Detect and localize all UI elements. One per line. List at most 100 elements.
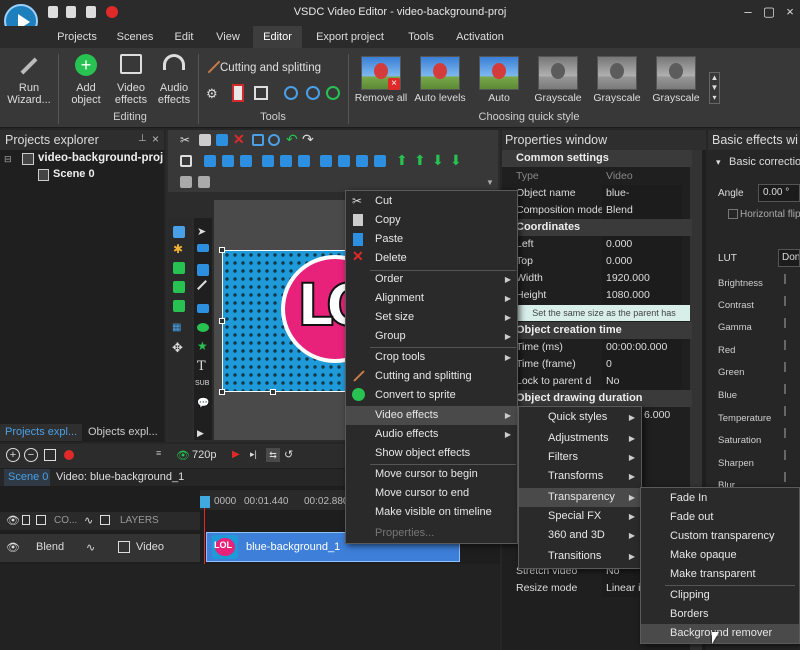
menu-item-cutting-splitting[interactable]: Cutting and splitting <box>346 367 517 386</box>
quickstyle-scroll[interactable]: ▲ ▼ ▾ <box>709 72 720 104</box>
quickstyle-auto-levels-thumb[interactable] <box>420 56 460 90</box>
wrench-icon[interactable]: ⚙ <box>206 86 222 101</box>
more-tools-icon[interactable]: ▶ <box>197 428 204 439</box>
align-center-icon[interactable] <box>222 155 234 167</box>
menu-item-cut[interactable]: Cut <box>346 192 517 211</box>
menu-edit[interactable]: Edit <box>166 26 202 48</box>
bring-front-icon[interactable]: ⬆ <box>396 152 408 169</box>
speech-icon[interactable]: 💬 <box>197 398 209 409</box>
run-wizard-button[interactable]: Run Wizard... <box>6 52 52 108</box>
polygon-icon[interactable]: ★ <box>197 339 208 353</box>
same-size-icon[interactable] <box>356 155 368 167</box>
menu-item-360-3d[interactable]: 360 and 3D ▶ <box>519 526 641 545</box>
menu-item-transforms[interactable]: Transforms ▶ <box>519 467 641 486</box>
slider-track[interactable] <box>784 274 786 484</box>
undo-icon[interactable]: ↶ <box>286 131 298 148</box>
height-field[interactable]: 1080.000 <box>602 287 682 304</box>
resize-handle[interactable] <box>270 389 276 395</box>
add-object-button[interactable]: + Add object <box>64 52 108 108</box>
scene-item[interactable]: Scene 0 <box>53 168 95 180</box>
redo-icon[interactable]: ↷ <box>302 131 314 148</box>
collapse-icon[interactable]: ▾ <box>716 157 721 168</box>
menu-item-custom-transparency[interactable]: Custom transparency <box>641 527 799 546</box>
chart-icon[interactable] <box>173 226 185 238</box>
menu-item-convert-sprite[interactable]: Convert to sprite <box>346 386 517 405</box>
crop-icon[interactable] <box>254 86 268 100</box>
section-common-settings[interactable]: Common settings <box>502 150 692 167</box>
menu-item-transparency[interactable]: Transparency ▶ <box>519 488 641 507</box>
menu-editor[interactable]: Editor <box>253 26 302 48</box>
cutting-splitting-button[interactable]: Cutting and splitting <box>220 62 321 74</box>
audio-icon[interactable] <box>173 281 185 293</box>
menu-item-video-effects[interactable]: Video effects ▶ <box>346 406 517 425</box>
menu-item-quick-styles[interactable]: Quick styles ▶ <box>519 408 641 427</box>
stabilize-icon[interactable] <box>326 86 340 100</box>
width-field[interactable]: 1920.000 <box>602 270 682 287</box>
distribute-icon[interactable] <box>338 155 350 167</box>
preview-eye-icon[interactable]: 👁 <box>176 449 190 462</box>
menu-view[interactable]: View <box>208 26 248 48</box>
select-icon[interactable] <box>252 134 264 146</box>
time-frame-field[interactable]: 0 <box>602 356 682 373</box>
menu-item-order[interactable]: Order ▶ <box>346 270 517 289</box>
tree-collapse-icon[interactable]: ⊟ <box>4 154 12 165</box>
same-size-button[interactable]: Set the same size as the parent has <box>518 305 690 321</box>
menu-activation[interactable]: Activation <box>450 26 510 48</box>
section-coordinates[interactable]: Coordinates <box>502 219 692 236</box>
align-bottom-icon[interactable] <box>298 155 310 167</box>
visibility-icon[interactable]: 👁 <box>6 514 20 527</box>
menu-item-fade-in[interactable]: Fade In <box>641 489 799 508</box>
section-creation-time[interactable]: Object creation time <box>502 322 692 339</box>
step-icon[interactable]: ▸| <box>250 449 257 460</box>
paste-icon[interactable] <box>216 134 228 146</box>
bring-forward-icon[interactable]: ⬆ <box>414 152 426 169</box>
close-button[interactable]: × <box>783 3 797 21</box>
resolution-select[interactable]: 720p <box>192 449 216 461</box>
text-icon[interactable]: T <box>197 359 206 374</box>
video-preview[interactable]: LOL <box>222 250 352 392</box>
tab-projects-explorer[interactable]: Projects expl... <box>0 424 82 441</box>
menu-item-adjustments[interactable]: Adjustments ▶ <box>519 429 641 448</box>
send-backward-icon[interactable]: ⬇ <box>432 152 444 169</box>
group-icon[interactable] <box>180 176 192 188</box>
menu-item-special-fx[interactable]: Special FX ▶ <box>519 507 641 526</box>
menu-item-delete[interactable]: Delete <box>346 249 517 268</box>
align-left-icon[interactable] <box>204 155 216 167</box>
project-name[interactable]: video-background-proj <box>38 152 163 164</box>
same-size-icon[interactable] <box>374 155 386 167</box>
tab-scene[interactable]: Scene 0 <box>4 469 50 486</box>
menu-item-make-visible[interactable]: Make visible on timeline <box>346 503 517 522</box>
callout-icon[interactable] <box>197 264 209 276</box>
menu-item-transitions[interactable]: Transitions ▶ <box>519 547 641 566</box>
lock-icon[interactable] <box>22 515 30 525</box>
video-effects-button[interactable]: Video effects <box>110 52 152 108</box>
horizontal-flip-checkbox[interactable] <box>728 209 738 219</box>
menu-item-borders[interactable]: Borders <box>641 605 799 624</box>
blend-mode-select[interactable]: Blend <box>36 541 64 553</box>
image-icon[interactable] <box>173 262 185 274</box>
lock-parent-field[interactable]: No <box>602 373 682 390</box>
menu-item-crop-tools[interactable]: Crop tools ▶ <box>346 348 517 367</box>
fit-icon[interactable] <box>44 449 56 461</box>
close-icon[interactable]: × <box>152 132 159 146</box>
subtitle-icon[interactable]: SUB <box>195 380 209 387</box>
delete-icon[interactable]: ✕ <box>233 131 245 148</box>
tab-video[interactable]: Video: blue-background_1 <box>52 469 188 486</box>
rewind-icon[interactable]: ↺ <box>284 448 293 461</box>
zoom-out-icon[interactable]: − <box>24 448 38 462</box>
align-right-icon[interactable] <box>240 155 252 167</box>
menu-item-show-object-effects[interactable]: Show object effects <box>346 444 517 463</box>
menu-item-audio-effects[interactable]: Audio effects ▶ <box>346 425 517 444</box>
visibility-icon[interactable]: 👁 <box>6 541 20 554</box>
select-all-icon[interactable] <box>180 155 192 167</box>
audio-effects-button[interactable]: Audio effects <box>153 52 195 108</box>
menu-export-project[interactable]: Export project <box>308 26 392 48</box>
section-drawing-duration[interactable]: Object drawing duration <box>502 390 692 407</box>
angle-input[interactable]: 0.00 ° <box>758 184 800 202</box>
playhead-handle[interactable] <box>200 496 210 508</box>
quickstyle-grayscale-thumb[interactable] <box>538 56 578 90</box>
zoom-in-icon[interactable]: + <box>6 448 20 462</box>
menu-item-paste[interactable]: Paste <box>346 230 517 249</box>
resize-handle[interactable] <box>219 389 225 395</box>
timeline-menu-icon[interactable]: ≡ <box>156 448 161 458</box>
